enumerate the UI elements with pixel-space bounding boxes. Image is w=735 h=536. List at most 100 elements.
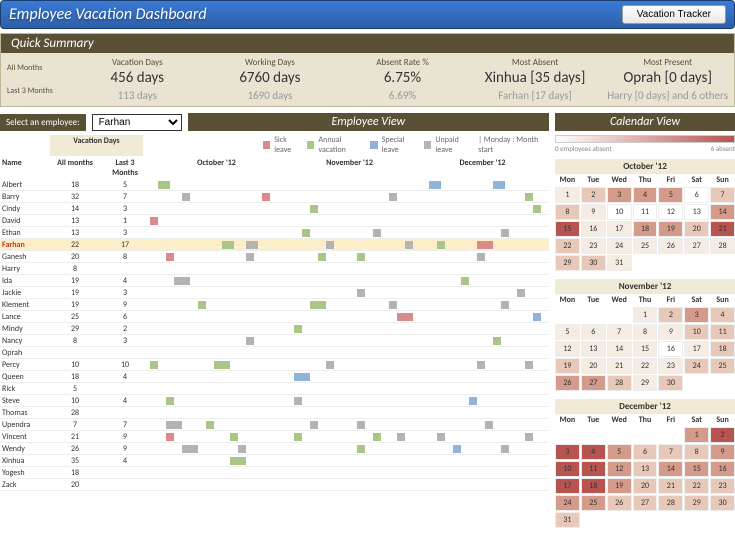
- calendar-day[interactable]: 13: [684, 204, 709, 220]
- calendar-day[interactable]: 22: [555, 238, 580, 254]
- employee-select[interactable]: Farhan: [92, 114, 182, 131]
- calendar-day[interactable]: 21: [710, 221, 735, 237]
- calendar-day[interactable]: 28: [710, 238, 735, 254]
- calendar-day[interactable]: 11: [710, 324, 735, 340]
- table-row[interactable]: Mindy292: [0, 323, 549, 335]
- calendar-day[interactable]: 26: [555, 375, 580, 391]
- calendar-day[interactable]: 5: [555, 324, 580, 340]
- calendar-day[interactable]: 27: [633, 495, 658, 511]
- calendar-day[interactable]: 7: [607, 324, 632, 340]
- calendar-day[interactable]: 4: [581, 444, 606, 460]
- calendar-day[interactable]: 18: [633, 221, 658, 237]
- table-row[interactable]: Barry327: [0, 191, 549, 203]
- calendar-day[interactable]: 18: [710, 341, 735, 357]
- calendar-day[interactable]: 8: [633, 324, 658, 340]
- calendar-day[interactable]: 4: [633, 187, 658, 203]
- calendar-day[interactable]: 12: [555, 341, 580, 357]
- calendar-day[interactable]: 17: [684, 341, 709, 357]
- calendar-day[interactable]: 12: [658, 204, 683, 220]
- table-row[interactable]: David131: [0, 215, 549, 227]
- calendar-day[interactable]: 24: [607, 238, 632, 254]
- calendar-day[interactable]: 6: [633, 444, 658, 460]
- calendar-day[interactable]: 18: [581, 478, 606, 494]
- calendar-day[interactable]: 24: [684, 358, 709, 374]
- calendar-day[interactable]: 14: [710, 204, 735, 220]
- table-row[interactable]: Zack20: [0, 479, 549, 491]
- calendar-day[interactable]: 1: [555, 187, 580, 203]
- calendar-day[interactable]: 29: [633, 375, 658, 391]
- calendar-day[interactable]: 23: [581, 238, 606, 254]
- vacation-tracker-button[interactable]: Vacation Tracker: [622, 5, 726, 24]
- calendar-day[interactable]: 7: [710, 187, 735, 203]
- table-row[interactable]: Klement199: [0, 299, 549, 311]
- calendar-day[interactable]: 27: [581, 375, 606, 391]
- calendar-day[interactable]: 3: [607, 187, 632, 203]
- calendar-day[interactable]: 19: [555, 358, 580, 374]
- calendar-day[interactable]: 11: [581, 461, 606, 477]
- table-row[interactable]: Jackie193: [0, 287, 549, 299]
- calendar-day[interactable]: 12: [607, 461, 632, 477]
- calendar-day[interactable]: 30: [710, 495, 735, 511]
- table-row[interactable]: Upendra77: [0, 419, 549, 431]
- calendar-day[interactable]: 20: [581, 358, 606, 374]
- calendar-day[interactable]: 10: [555, 461, 580, 477]
- calendar-day[interactable]: 8: [555, 204, 580, 220]
- calendar-day[interactable]: 11: [633, 204, 658, 220]
- calendar-day[interactable]: 29: [684, 495, 709, 511]
- calendar-day[interactable]: 28: [658, 495, 683, 511]
- calendar-day[interactable]: 24: [555, 495, 580, 511]
- calendar-day[interactable]: 31: [607, 255, 632, 271]
- table-row[interactable]: Ganesh208: [0, 251, 549, 263]
- calendar-day[interactable]: 13: [581, 341, 606, 357]
- calendar-day[interactable]: 20: [633, 478, 658, 494]
- calendar-day[interactable]: 9: [710, 444, 735, 460]
- table-row[interactable]: Yogesh18: [0, 467, 549, 479]
- calendar-day[interactable]: 10: [607, 204, 632, 220]
- calendar-day[interactable]: 16: [581, 221, 606, 237]
- table-row[interactable]: Queen184: [0, 371, 549, 383]
- table-row[interactable]: Ida194: [0, 275, 549, 287]
- table-row[interactable]: Rick5: [0, 383, 549, 395]
- calendar-day[interactable]: 30: [658, 375, 683, 391]
- calendar-day[interactable]: 17: [607, 221, 632, 237]
- calendar-day[interactable]: 9: [581, 204, 606, 220]
- calendar-day[interactable]: 30: [581, 255, 606, 271]
- calendar-day[interactable]: 6: [684, 187, 709, 203]
- calendar-day[interactable]: 1: [684, 427, 709, 443]
- calendar-day[interactable]: 4: [710, 307, 735, 323]
- calendar-day[interactable]: 3: [684, 307, 709, 323]
- table-row[interactable]: Wendy269: [0, 443, 549, 455]
- table-row[interactable]: Xinhua354: [0, 455, 549, 467]
- calendar-day[interactable]: 17: [555, 478, 580, 494]
- calendar-day[interactable]: 19: [607, 478, 632, 494]
- calendar-day[interactable]: 15: [633, 341, 658, 357]
- calendar-day[interactable]: 22: [684, 478, 709, 494]
- calendar-day[interactable]: 25: [710, 358, 735, 374]
- calendar-day[interactable]: 22: [633, 358, 658, 374]
- calendar-day[interactable]: 14: [607, 341, 632, 357]
- table-row[interactable]: Harry8: [0, 263, 549, 275]
- calendar-day[interactable]: 1: [633, 307, 658, 323]
- calendar-day[interactable]: 8: [684, 444, 709, 460]
- calendar-day[interactable]: 5: [607, 444, 632, 460]
- calendar-day[interactable]: 20: [684, 221, 709, 237]
- calendar-day[interactable]: 10: [684, 324, 709, 340]
- calendar-day[interactable]: 26: [607, 495, 632, 511]
- calendar-day[interactable]: 5: [658, 187, 683, 203]
- calendar-day[interactable]: 15: [684, 461, 709, 477]
- calendar-day[interactable]: 21: [658, 478, 683, 494]
- calendar-day[interactable]: 25: [581, 495, 606, 511]
- calendar-day[interactable]: 25: [633, 238, 658, 254]
- calendar-day[interactable]: 2: [710, 427, 735, 443]
- calendar-day[interactable]: 23: [658, 358, 683, 374]
- table-row[interactable]: Oprah: [0, 347, 549, 359]
- calendar-day[interactable]: 29: [555, 255, 580, 271]
- calendar-day[interactable]: 26: [658, 238, 683, 254]
- table-row[interactable]: Vincent219: [0, 431, 549, 443]
- table-row[interactable]: Albert185: [0, 179, 549, 191]
- calendar-day[interactable]: 27: [684, 238, 709, 254]
- table-row[interactable]: Cindy143: [0, 203, 549, 215]
- table-row[interactable]: Farhan2217: [0, 239, 549, 251]
- calendar-day[interactable]: 7: [658, 444, 683, 460]
- table-row[interactable]: Steve104: [0, 395, 549, 407]
